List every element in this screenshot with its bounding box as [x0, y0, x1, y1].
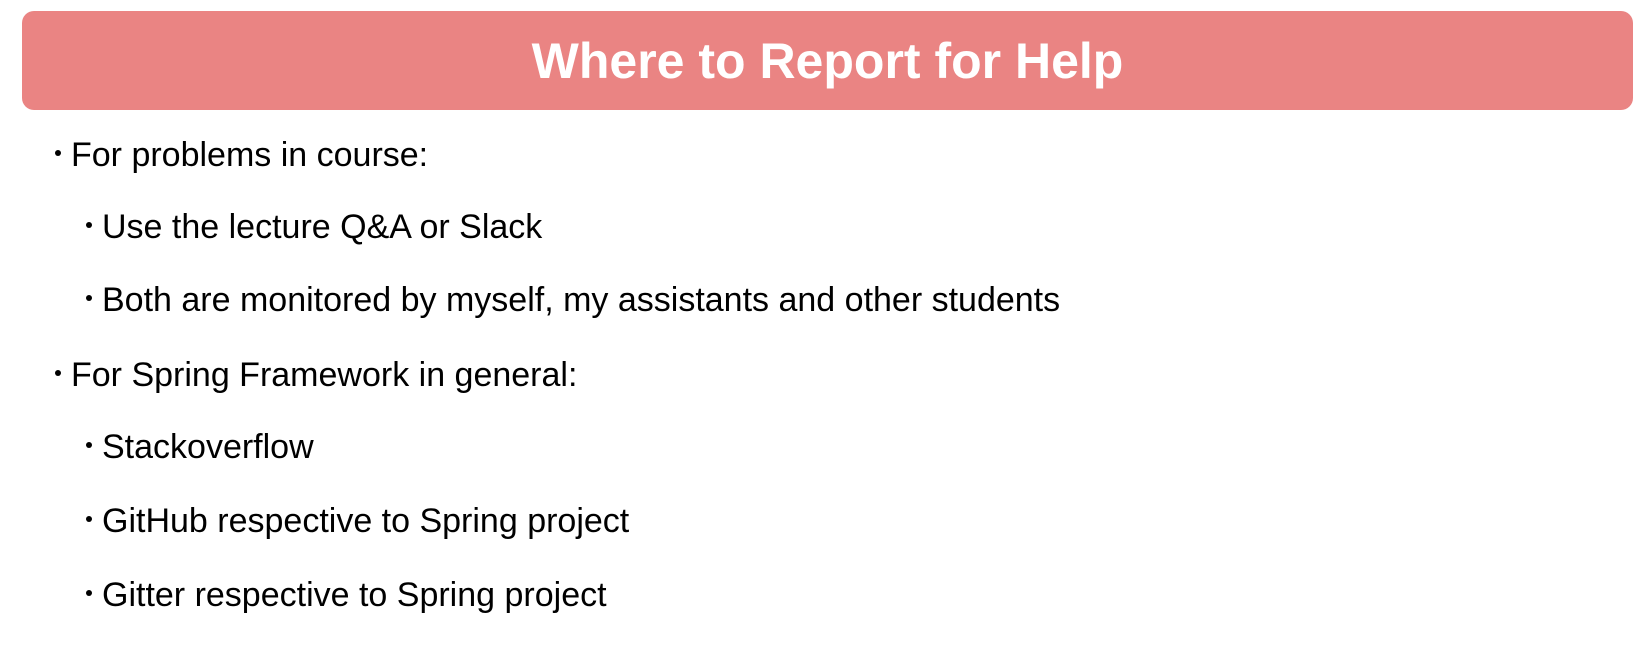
bullet-dot-icon: [86, 222, 92, 228]
sub-bullet-item: Gitter respective to Spring project: [86, 578, 607, 612]
bullet-list: For problems in course: Use the lecture …: [0, 0, 1651, 652]
sub-bullet-item: Stackoverflow: [86, 430, 314, 464]
bullet-text: GitHub respective to Spring project: [102, 502, 630, 540]
bullet-text: For problems in course:: [71, 136, 429, 174]
sub-bullet-item: Both are monitored by myself, my assista…: [86, 283, 1060, 317]
bullet-text: Use the lecture Q&A or Slack: [102, 208, 543, 246]
bullet-item: For Spring Framework in general:: [55, 358, 577, 392]
bullet-dot-icon: [86, 295, 92, 301]
bullet-text: For Spring Framework in general:: [71, 356, 578, 394]
sub-bullet-item: Use the lecture Q&A or Slack: [86, 210, 542, 244]
sub-bullet-item: GitHub respective to Spring project: [86, 504, 629, 538]
bullet-dot-icon: [86, 442, 92, 448]
bullet-text: Stackoverflow: [102, 428, 314, 466]
bullet-text: Gitter respective to Spring project: [102, 576, 607, 614]
bullet-dot-icon: [86, 590, 92, 596]
bullet-dot-icon: [55, 370, 61, 376]
bullet-dot-icon: [55, 150, 61, 156]
bullet-item: For problems in course:: [55, 138, 428, 172]
bullet-dot-icon: [86, 516, 92, 522]
bullet-text: Both are monitored by myself, my assista…: [102, 281, 1061, 319]
